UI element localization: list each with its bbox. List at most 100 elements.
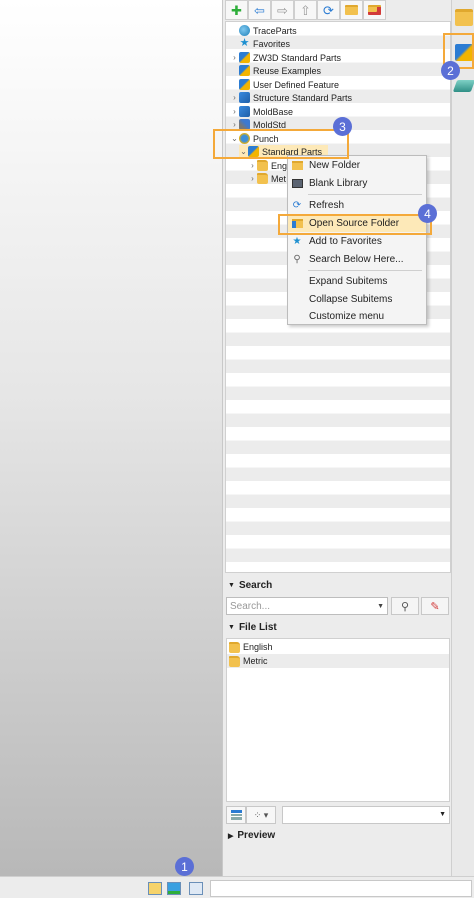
menu-item-label: Refresh bbox=[309, 200, 345, 211]
step-badge-1: 1 bbox=[175, 857, 194, 876]
highlight-box-4 bbox=[278, 214, 432, 235]
remove-folder-icon bbox=[368, 5, 381, 15]
list-view-button[interactable] bbox=[226, 806, 246, 824]
manager-toggle-icon[interactable] bbox=[148, 882, 162, 895]
right-dock-bar bbox=[451, 0, 474, 876]
library-toggle-icon[interactable] bbox=[167, 882, 181, 895]
tree-item-label: Structure Standard Parts bbox=[253, 92, 353, 103]
status-input[interactable] bbox=[210, 880, 472, 897]
menu-item-label: Add to Favorites bbox=[309, 236, 382, 247]
chevron-right-icon[interactable]: › bbox=[230, 93, 239, 102]
search-input[interactable]: Search... ▼ bbox=[226, 597, 388, 615]
forward-button[interactable]: ⇨ bbox=[271, 0, 294, 20]
file-list[interactable]: English Metric bbox=[226, 638, 450, 802]
search-placeholder: Search... bbox=[230, 600, 271, 612]
library-toolbar: ✚ ⇦ ⇨ ⇧ ⟳ bbox=[225, 0, 386, 20]
icon-view-icon: ⁘ ▾ bbox=[253, 809, 269, 820]
chevron-right-icon[interactable]: › bbox=[230, 53, 239, 62]
list-item[interactable]: English bbox=[227, 640, 449, 654]
panel-toggle-icon[interactable] bbox=[189, 882, 203, 895]
menu-item-label: Expand Subitems bbox=[309, 276, 388, 287]
menu-item-label: Customize menu bbox=[309, 311, 385, 322]
icon-view-button[interactable]: ⁘ ▾ bbox=[246, 806, 276, 824]
file-list-section-header[interactable]: ▼ File List bbox=[224, 620, 450, 635]
step-badge-2: 2 bbox=[441, 61, 460, 80]
tree-item-moldbase[interactable]: › MoldBase bbox=[230, 105, 293, 118]
graphics-area[interactable] bbox=[0, 0, 222, 876]
remove-folder-button[interactable] bbox=[363, 0, 386, 20]
parts-icon bbox=[239, 52, 250, 63]
expand-triangle-icon: ▶ bbox=[228, 832, 234, 840]
back-arrow-icon: ⇦ bbox=[254, 2, 265, 18]
chevron-right-icon[interactable]: › bbox=[230, 120, 239, 129]
layers-dock-icon[interactable] bbox=[452, 80, 474, 92]
menu-item-collapse-subitems[interactable]: Collapse Subitems bbox=[288, 291, 426, 308]
back-button[interactable]: ⇦ bbox=[248, 0, 271, 20]
tree-item-label: TraceParts bbox=[253, 25, 297, 36]
folder-dock-icon[interactable] bbox=[455, 9, 473, 26]
refresh-icon: ⟳ bbox=[323, 2, 334, 18]
tree-item-label: Eng bbox=[271, 160, 288, 171]
tree-item-structure-standard-parts[interactable]: › Structure Standard Parts bbox=[230, 91, 352, 104]
file-list-header-label: File List bbox=[238, 622, 277, 633]
folder-icon bbox=[229, 655, 240, 667]
context-menu: New Folder Blank Library ⟳ Refresh Open … bbox=[287, 155, 427, 325]
menu-item-label: New Folder bbox=[309, 160, 361, 171]
tree-item-reuse-examples[interactable]: Reuse Examples bbox=[230, 64, 321, 77]
menu-item-label: Blank Library bbox=[309, 178, 368, 189]
preview-section-header[interactable]: ▶ Preview bbox=[224, 828, 450, 843]
list-view-icon bbox=[230, 810, 242, 820]
tree-item-label: Met bbox=[271, 173, 287, 184]
refresh-icon: ⟳ bbox=[292, 200, 302, 211]
menu-item-label: Search Below Here... bbox=[309, 254, 404, 265]
folder-icon bbox=[257, 173, 268, 184]
tree-item-label: Favorites bbox=[253, 38, 291, 49]
menu-item-search-below-here[interactable]: ⚲ Search Below Here... bbox=[288, 251, 426, 268]
tree-item-favorites[interactable]: ★ Favorites bbox=[230, 37, 290, 50]
folder-icon bbox=[257, 160, 268, 171]
step-badge-4: 4 bbox=[418, 204, 437, 223]
tree-item-label: Reuse Examples bbox=[253, 65, 322, 76]
up-arrow-icon: ⇧ bbox=[300, 2, 311, 18]
forward-arrow-icon: ⇨ bbox=[277, 2, 288, 18]
tree-item-metric-folder[interactable]: › Met bbox=[248, 172, 286, 185]
chevron-right-icon[interactable]: › bbox=[248, 161, 257, 170]
search-section-header[interactable]: ▼ Search bbox=[224, 578, 450, 593]
up-button[interactable]: ⇧ bbox=[294, 0, 317, 20]
parts-icon bbox=[239, 79, 250, 90]
view-mode-select[interactable]: ▼ bbox=[282, 806, 450, 824]
dropdown-arrow-icon[interactable]: ▼ bbox=[377, 603, 384, 610]
magnifier-icon: ⚲ bbox=[293, 254, 301, 265]
add-icon: ✚ bbox=[231, 2, 242, 18]
menu-separator bbox=[308, 270, 422, 271]
menu-item-customize-menu[interactable]: Customize menu bbox=[288, 308, 426, 325]
menu-item-expand-subitems[interactable]: Expand Subitems bbox=[288, 273, 426, 290]
menu-item-add-to-favorites[interactable]: ★ Add to Favorites bbox=[288, 233, 426, 250]
tree-item-traceparts[interactable]: TraceParts bbox=[230, 24, 297, 37]
chevron-right-icon[interactable]: › bbox=[230, 107, 239, 116]
tree-item-english-folder[interactable]: › Eng bbox=[248, 159, 287, 172]
blank-library-icon bbox=[291, 178, 303, 190]
preview-header-label: Preview bbox=[237, 830, 276, 841]
star-icon: ★ bbox=[239, 37, 250, 49]
add-button[interactable]: ✚ bbox=[225, 0, 248, 20]
dropdown-arrow-icon: ▼ bbox=[439, 811, 446, 818]
open-folder-button[interactable] bbox=[340, 0, 363, 20]
clear-search-button[interactable]: ✎ bbox=[421, 597, 449, 615]
chevron-right-icon[interactable]: › bbox=[248, 174, 257, 183]
magnifier-icon: ⚲ bbox=[400, 600, 410, 613]
status-bar bbox=[0, 876, 474, 898]
menu-item-new-folder[interactable]: New Folder bbox=[288, 157, 426, 174]
refresh-button[interactable]: ⟳ bbox=[317, 0, 340, 20]
list-item[interactable]: Metric bbox=[227, 654, 449, 668]
tree-item-user-defined-feature[interactable]: User Defined Feature bbox=[230, 78, 339, 91]
menu-item-blank-library[interactable]: Blank Library bbox=[288, 175, 426, 192]
menu-separator bbox=[308, 194, 422, 195]
tree-item-label: User Defined Feature bbox=[253, 79, 340, 90]
search-button[interactable]: ⚲ bbox=[391, 597, 419, 615]
menu-item-refresh[interactable]: ⟳ Refresh bbox=[288, 197, 426, 214]
open-folder-icon bbox=[345, 5, 358, 15]
clear-brush-icon: ✎ bbox=[430, 600, 440, 613]
tree-item-zw3d-standard-parts[interactable]: › ZW3D Standard Parts bbox=[230, 51, 341, 64]
search-header-label: Search bbox=[238, 580, 273, 591]
